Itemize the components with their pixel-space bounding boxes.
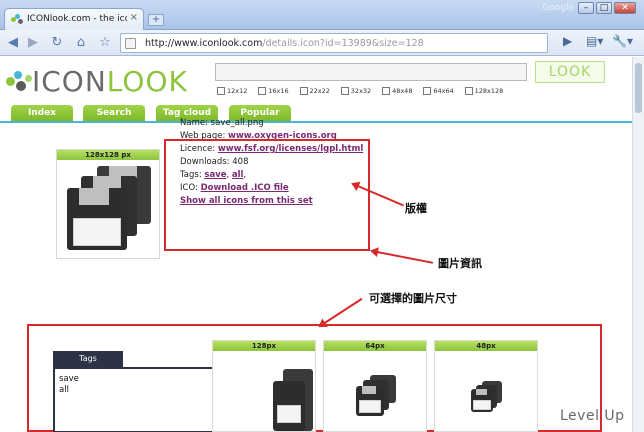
save-all-floppy-icon[interactable] [67, 166, 153, 252]
size-checkbox[interactable] [382, 86, 391, 95]
go-icon[interactable]: ▶ [563, 34, 572, 48]
page-icon [125, 38, 136, 49]
scroll-thumb[interactable] [635, 63, 642, 113]
nav-tab-index[interactable]: Index [11, 105, 73, 121]
size-card-header: 48px [435, 341, 537, 351]
size-option[interactable]: 128x128 [464, 86, 503, 95]
web-page: ICONLOOK LOOK 12x12 16x16 22x22 32x32 48… [0, 57, 632, 432]
tags-panel-title: Tags [53, 351, 123, 367]
icon-preview: 128x128 px [56, 149, 160, 259]
info-arrow [371, 250, 434, 264]
annotation-copyright: 版權 [405, 202, 427, 215]
minimize-button[interactable]: – [578, 2, 594, 14]
wrench-menu-icon[interactable]: 🔧▾ [612, 34, 633, 48]
search-button[interactable]: LOOK [535, 61, 605, 83]
size-card-64[interactable]: 64px [323, 340, 427, 432]
save-all-floppy-icon [356, 375, 396, 417]
size-card-header: 128px [213, 341, 315, 351]
size-option[interactable]: 64x64 [423, 86, 454, 95]
size-checkbox[interactable] [217, 86, 225, 95]
bookmark-star-icon[interactable]: ☆ [96, 34, 114, 52]
watermark: Level Up [560, 408, 625, 424]
title-bar: ICONlook.com - the icon se... × + Google… [0, 0, 644, 30]
size-checkbox[interactable] [423, 86, 432, 95]
preview-size-header: 128x128 px [57, 150, 159, 160]
size-checkbox[interactable] [299, 86, 308, 95]
tag-item[interactable]: all [59, 385, 69, 395]
iconlook-favicon-icon [11, 14, 23, 26]
address-url: http://www.iconlook.com/details.icon?id=… [145, 38, 424, 49]
home-icon[interactable]: ⌂ [72, 34, 90, 52]
info-highlight-box [164, 139, 370, 251]
size-card-128[interactable]: 128px [212, 340, 316, 432]
page-menu-icon[interactable]: ▤▾ [586, 34, 603, 48]
annotation-sizes: 可選擇的圖片尺寸 [369, 292, 457, 305]
size-option[interactable]: 12x12 [217, 86, 247, 95]
icon-filename: save_all.png [210, 118, 264, 128]
save-all-floppy-icon [273, 369, 313, 431]
logo-text: ICONLOOK [32, 65, 188, 98]
size-option[interactable]: 48x48 [382, 86, 412, 95]
logo-dots-icon [6, 71, 34, 91]
vertical-scrollbar[interactable] [632, 57, 644, 432]
tag-item[interactable]: save [59, 374, 79, 384]
nav-tab-search[interactable]: Search [83, 105, 145, 121]
size-checkbox[interactable] [258, 86, 267, 95]
sizes-arrow [319, 297, 363, 327]
info-name-row: Name: save_all.png [180, 118, 264, 128]
size-card-header: 64px [324, 341, 426, 351]
browser-tab[interactable]: ICONlook.com - the icon se... × [4, 8, 144, 30]
reload-icon[interactable]: ↻ [48, 34, 66, 52]
size-checkbox[interactable] [340, 86, 349, 95]
save-all-floppy-icon [471, 381, 503, 413]
back-icon[interactable]: ◀ [4, 34, 22, 52]
size-option[interactable]: 16x16 [258, 86, 289, 95]
maximize-button[interactable]: □ [596, 2, 612, 14]
size-filter: 12x12 16x16 22x22 32x32 48x48 64x64 128x… [217, 86, 511, 98]
tab-close-icon[interactable]: × [130, 12, 138, 23]
browser-brand: Google [542, 3, 574, 13]
size-option[interactable]: 32x32 [340, 86, 371, 95]
forward-icon[interactable]: ▶ [24, 34, 42, 52]
tab-title: ICONlook.com - the icon se... [27, 14, 127, 24]
size-card-48[interactable]: 48px [434, 340, 538, 432]
size-option[interactable]: 22x22 [299, 86, 330, 95]
close-window-button[interactable]: ✕ [614, 2, 636, 14]
new-tab-button[interactable]: + [148, 14, 164, 26]
annotation-image-info: 圖片資訊 [438, 257, 482, 270]
size-checkbox[interactable] [464, 86, 473, 95]
search-input[interactable] [215, 63, 527, 81]
address-bar[interactable]: http://www.iconlook.com/details.icon?id=… [120, 33, 548, 53]
browser-toolbar: ◀ ▶ ↻ ⌂ ☆ http://www.iconlook.com/detail… [0, 30, 644, 56]
